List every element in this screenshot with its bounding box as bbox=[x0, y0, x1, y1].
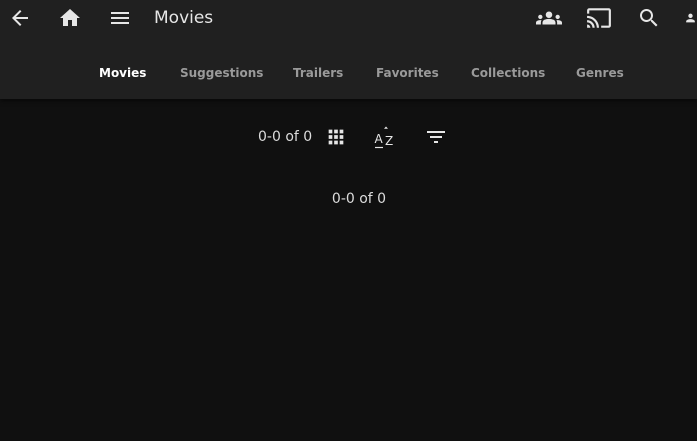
sort-az-icon: A Z bbox=[375, 126, 393, 149]
user-button[interactable] bbox=[682, 0, 697, 36]
tab-trailers[interactable]: Trailers bbox=[293, 65, 343, 81]
arrow-back-icon bbox=[12, 10, 28, 26]
search-icon bbox=[640, 9, 658, 27]
app-header: Movies Movies Suggestions Trailers Favor… bbox=[0, 0, 697, 99]
svg-text:Z: Z bbox=[385, 134, 393, 148]
paging-count: 0-0 of 0 bbox=[258, 129, 313, 145]
filter-icon bbox=[427, 131, 445, 143]
menu-button[interactable] bbox=[100, 0, 140, 36]
tab-bar: Movies Suggestions Trailers Favorites Co… bbox=[0, 60, 697, 88]
cast-icon bbox=[587, 8, 611, 28]
view-grid-icon bbox=[328, 129, 344, 145]
home-icon bbox=[60, 9, 80, 26]
cast-button[interactable] bbox=[579, 0, 619, 36]
menu-icon bbox=[111, 12, 129, 24]
tab-movies[interactable]: Movies bbox=[99, 65, 146, 81]
person-icon bbox=[686, 13, 695, 23]
tab-collections[interactable]: Collections bbox=[471, 65, 545, 81]
back-button[interactable] bbox=[0, 0, 40, 36]
filter-button[interactable] bbox=[416, 119, 456, 155]
page-title: Movies bbox=[154, 8, 214, 28]
syncplay-button[interactable] bbox=[529, 0, 569, 36]
tab-suggestions[interactable]: Suggestions bbox=[180, 65, 263, 81]
search-button[interactable] bbox=[629, 0, 669, 36]
results-count: 0-0 of 0 bbox=[331, 191, 387, 207]
svg-text:A: A bbox=[375, 132, 384, 146]
tab-favorites[interactable]: Favorites bbox=[376, 65, 439, 81]
app-root: Movies Movies Suggestions Trailers Favor… bbox=[0, 0, 697, 441]
view-button[interactable] bbox=[316, 119, 356, 155]
group-icon bbox=[536, 11, 562, 25]
sort-button[interactable]: A Z bbox=[366, 119, 406, 155]
tab-genres[interactable]: Genres bbox=[576, 65, 624, 81]
home-button[interactable] bbox=[50, 0, 90, 36]
